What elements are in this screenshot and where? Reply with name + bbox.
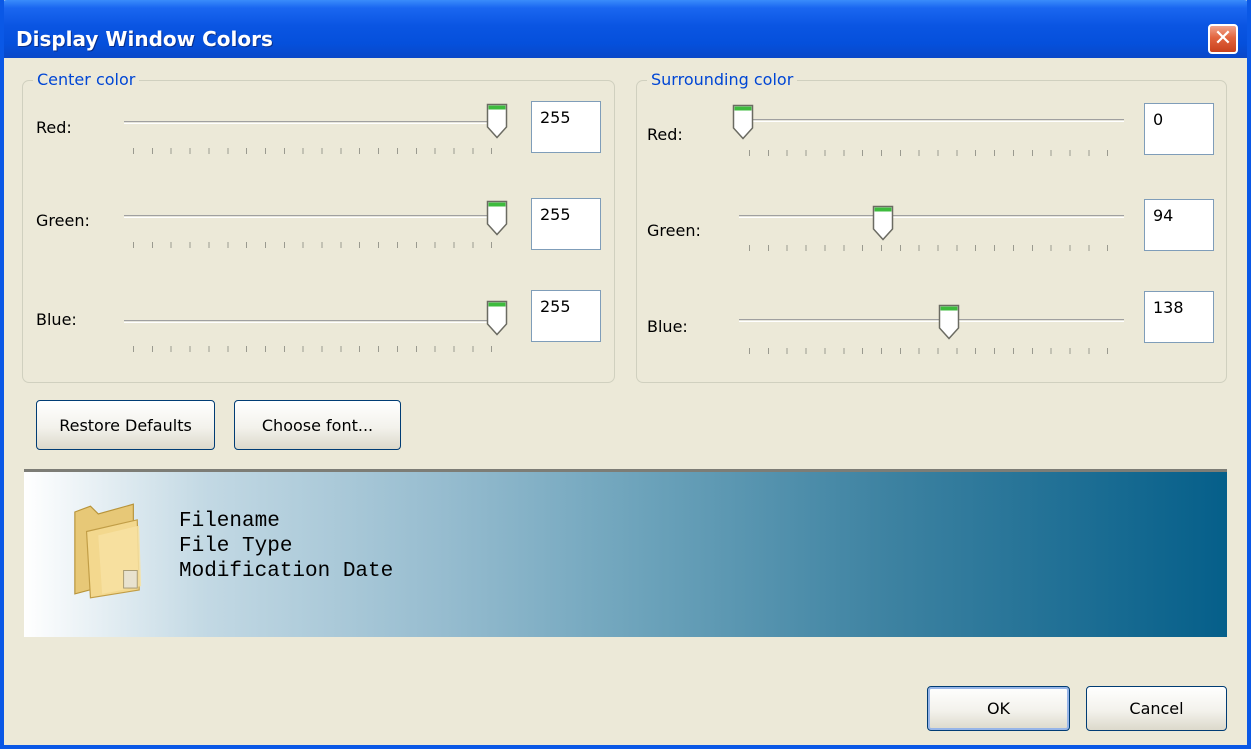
cancel-button[interactable]: Cancel xyxy=(1086,686,1227,731)
preview-modification-date: Modification Date xyxy=(179,560,394,583)
surrounding-red-slider-ticks xyxy=(749,150,1119,156)
center-blue-label: Blue: xyxy=(36,310,77,329)
center-green-slider-thumb[interactable] xyxy=(486,200,508,236)
center-green-slider-ticks xyxy=(133,242,507,248)
surrounding-green-slider-track[interactable] xyxy=(739,215,1124,218)
surrounding-red-slider-track[interactable] xyxy=(739,119,1124,122)
window-title: Display Window Colors xyxy=(16,27,273,51)
center-blue-slider-thumb[interactable] xyxy=(486,300,508,336)
center-red-slider-ticks xyxy=(133,148,507,154)
preview-area: Filename File Type Modification Date xyxy=(24,469,1227,637)
surrounding-green-value-input[interactable]: 94 xyxy=(1144,199,1214,251)
preview-filename: Filename xyxy=(179,510,280,533)
surrounding-blue-label: Blue: xyxy=(647,317,688,336)
center-red-slider-thumb[interactable] xyxy=(486,103,508,139)
surrounding-blue-slider-thumb[interactable] xyxy=(938,304,960,340)
dialog-window: Display Window Colors ✕ Center color Red… xyxy=(0,0,1251,749)
ok-button[interactable]: OK xyxy=(927,686,1070,731)
surrounding-green-slider-thumb[interactable] xyxy=(872,205,894,241)
restore-defaults-button[interactable]: Restore Defaults xyxy=(36,400,215,450)
surrounding-red-label: Red: xyxy=(647,125,683,144)
surrounding-blue-slider-ticks xyxy=(749,348,1119,354)
surrounding-green-label: Green: xyxy=(647,221,701,240)
center-red-value-input[interactable]: 255 xyxy=(531,101,601,153)
center-red-slider-track[interactable] xyxy=(124,121,504,124)
center-red-label: Red: xyxy=(36,118,72,137)
choose-font-button[interactable]: Choose font... xyxy=(234,400,401,450)
title-bar[interactable]: Display Window Colors ✕ xyxy=(4,0,1247,58)
close-button[interactable]: ✕ xyxy=(1208,24,1238,54)
center-green-slider-track[interactable] xyxy=(124,215,504,218)
surrounding-color-legend: Surrounding color xyxy=(647,70,798,89)
center-green-label: Green: xyxy=(36,211,90,230)
surrounding-blue-slider-track[interactable] xyxy=(739,319,1124,322)
surrounding-red-slider-thumb[interactable] xyxy=(732,104,754,140)
center-color-group: Center color xyxy=(22,70,615,383)
preview-file-type: File Type xyxy=(179,535,293,558)
center-blue-value-input[interactable]: 255 xyxy=(531,290,601,342)
folder-icon xyxy=(74,503,142,599)
surrounding-blue-value-input[interactable]: 138 xyxy=(1144,291,1214,343)
center-blue-slider-track[interactable] xyxy=(124,320,504,323)
surrounding-red-value-input[interactable]: 0 xyxy=(1144,103,1214,155)
center-green-value-input[interactable]: 255 xyxy=(531,198,601,250)
surrounding-green-slider-ticks xyxy=(749,245,1119,251)
center-blue-slider-ticks xyxy=(133,346,507,352)
surrounding-color-group: Surrounding color xyxy=(636,70,1227,383)
center-color-legend: Center color xyxy=(33,70,140,89)
close-icon: ✕ xyxy=(1213,26,1233,51)
